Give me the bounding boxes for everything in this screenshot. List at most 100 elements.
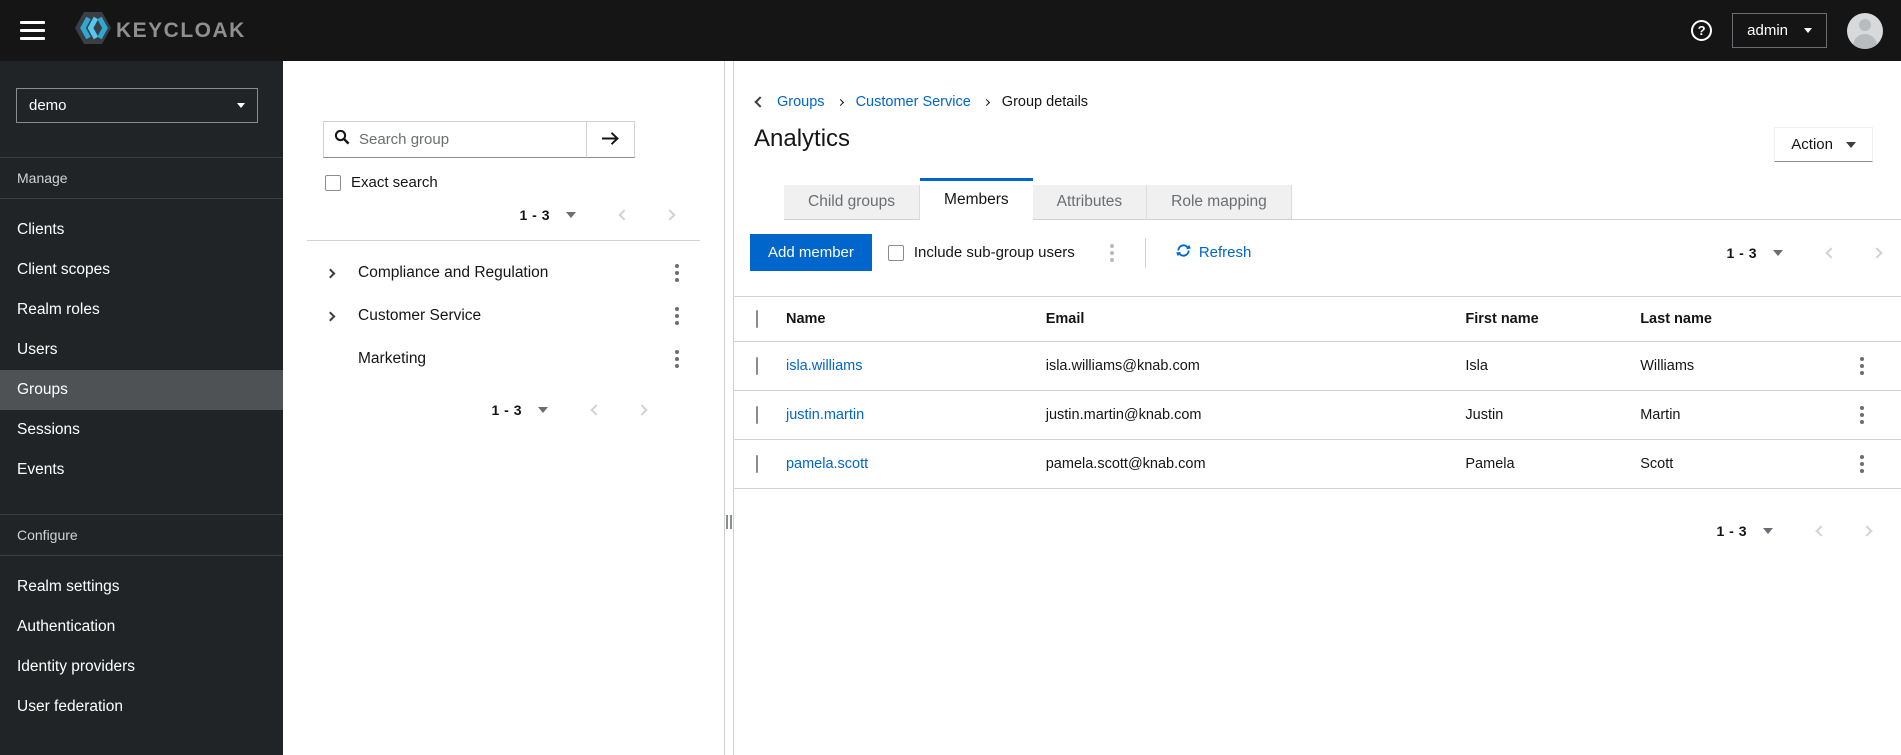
member-username-link[interactable]: isla.williams — [786, 358, 863, 374]
breadcrumb-current: Group details — [1001, 94, 1089, 110]
sidebar-item-client-scopes[interactable]: Client scopes — [0, 250, 283, 290]
tree-pagination-bottom: 1 - 3 — [283, 402, 724, 418]
member-first-name: Justin — [1465, 407, 1504, 423]
group-tree-panel: Exact search 1 - 3 Compliance and Regula… — [283, 61, 725, 755]
pagination-menu-toggle[interactable] — [538, 407, 548, 413]
divider — [307, 240, 700, 241]
tab-attributes[interactable]: Attributes — [1032, 185, 1148, 219]
row-checkbox[interactable] — [756, 406, 758, 424]
panel-resize-handle[interactable] — [726, 515, 732, 529]
chevron-right-icon — [836, 98, 844, 106]
user-menu-label: admin — [1747, 22, 1788, 39]
member-last-name: Scott — [1640, 456, 1674, 472]
kebab-menu-icon[interactable] — [1105, 241, 1119, 265]
refresh-label: Refresh — [1198, 244, 1252, 261]
group-search-box — [323, 121, 587, 158]
member-username-link[interactable]: justin.martin — [786, 407, 864, 423]
action-dropdown-button[interactable]: Action — [1774, 127, 1873, 162]
group-tabs: Child groups Members Attributes Role map… — [784, 178, 1901, 220]
column-header-first-name: First name — [1465, 311, 1539, 327]
group-tree-item: Marketing — [283, 337, 724, 380]
arrow-right-icon — [601, 131, 620, 149]
column-header-name: Name — [785, 311, 826, 327]
avatar[interactable] — [1847, 12, 1883, 49]
realm-selector-value: demo — [29, 97, 67, 114]
chevron-down-icon — [237, 103, 245, 108]
column-header-email: Email — [1045, 311, 1085, 327]
include-subgroup-users-checkbox[interactable] — [887, 244, 904, 261]
chevron-right-icon — [982, 98, 990, 106]
pagination-menu-toggle[interactable] — [1763, 528, 1773, 534]
masthead: KEYCLOAK ? admin — [0, 0, 1901, 61]
pagination-next-button[interactable] — [1871, 246, 1883, 259]
sidebar-item-groups[interactable]: Groups — [0, 370, 283, 410]
tab-members[interactable]: Members — [920, 178, 1033, 220]
refresh-button[interactable]: Refresh — [1176, 243, 1252, 262]
sidebar-item-events[interactable]: Events — [0, 450, 283, 490]
sidebar-item-realm-settings[interactable]: Realm settings — [0, 567, 283, 607]
pagination-prev-button[interactable] — [1825, 246, 1837, 259]
sidebar-item-user-federation[interactable]: User federation — [0, 687, 283, 727]
pagination-menu-toggle[interactable] — [1773, 249, 1783, 256]
sidebar-item-authentication[interactable]: Authentication — [0, 607, 283, 647]
add-member-button[interactable]: Add member — [750, 234, 872, 271]
member-email: isla.williams@knab.com — [1045, 358, 1200, 374]
sidebar-item-identity-providers[interactable]: Identity providers — [0, 647, 283, 687]
pagination-next-button[interactable] — [636, 404, 648, 416]
kebab-menu-icon[interactable] — [1855, 452, 1893, 476]
kebab-menu-icon[interactable] — [670, 304, 684, 328]
sidebar-item-clients[interactable]: Clients — [0, 210, 283, 250]
nav-section-manage: Manage — [0, 157, 283, 199]
table-row: justin.martin justin.martin@knab.com Jus… — [734, 391, 1901, 440]
table-row: pamela.scott pamela.scott@knab.com Pamel… — [734, 440, 1901, 489]
hamburger-menu-icon[interactable] — [20, 21, 45, 40]
sidebar-item-sessions[interactable]: Sessions — [0, 410, 283, 450]
keycloak-logo-icon — [73, 9, 113, 52]
tab-role-mapping[interactable]: Role mapping — [1147, 185, 1292, 219]
breadcrumb-groups-link[interactable]: Groups — [777, 94, 825, 110]
pagination-next-button[interactable] — [664, 209, 676, 221]
members-pagination-bottom: 1 - 3 — [734, 489, 1901, 539]
members-table: Name Email First name Last name isla.wil… — [734, 296, 1901, 489]
keycloak-logo-text: KEYCLOAK — [116, 18, 246, 42]
pagination-prev-button[interactable] — [590, 404, 602, 416]
search-icon — [334, 129, 350, 150]
pagination-prev-button[interactable] — [1815, 525, 1827, 537]
refresh-icon — [1176, 243, 1191, 262]
group-search-input[interactable] — [359, 131, 576, 148]
kebab-menu-icon[interactable] — [670, 347, 684, 371]
row-checkbox[interactable] — [756, 455, 758, 473]
member-last-name: Williams — [1640, 358, 1695, 374]
panel-splitter — [725, 61, 734, 755]
member-username-link[interactable]: pamela.scott — [786, 456, 868, 472]
exact-search-checkbox[interactable] — [325, 174, 341, 191]
help-icon[interactable]: ? — [1691, 20, 1713, 41]
user-menu-dropdown[interactable]: admin — [1732, 13, 1827, 48]
member-first-name: Pamela — [1465, 456, 1515, 472]
group-tree-item-label[interactable]: Marketing — [358, 350, 670, 368]
group-tree-item-label[interactable]: Compliance and Regulation — [358, 264, 670, 282]
kebab-menu-icon[interactable] — [1855, 403, 1893, 427]
breadcrumb-parent-group-link[interactable]: Customer Service — [856, 94, 971, 110]
pagination-prev-button[interactable] — [618, 209, 630, 221]
kebab-menu-icon[interactable] — [670, 261, 684, 285]
tab-child-groups[interactable]: Child groups — [784, 185, 921, 219]
members-pagination-top: 1 - 3 — [1726, 245, 1883, 261]
keycloak-logo: KEYCLOAK — [73, 9, 246, 52]
group-tree-item-label[interactable]: Customer Service — [358, 307, 670, 325]
member-last-name: Martin — [1640, 407, 1681, 423]
back-chevron-icon[interactable] — [754, 96, 766, 108]
pagination-range: 1 - 3 — [1716, 523, 1747, 539]
sidebar-item-users[interactable]: Users — [0, 330, 283, 370]
member-email: pamela.scott@knab.com — [1045, 456, 1206, 472]
realm-selector[interactable]: demo — [16, 88, 258, 123]
pagination-next-button[interactable] — [1861, 525, 1873, 537]
pagination-menu-toggle[interactable] — [566, 212, 576, 218]
expand-chevron-icon[interactable] — [325, 311, 336, 321]
sidebar-item-realm-roles[interactable]: Realm roles — [0, 290, 283, 330]
row-checkbox[interactable] — [756, 357, 758, 375]
select-all-checkbox[interactable] — [756, 310, 758, 328]
expand-chevron-icon[interactable] — [325, 268, 336, 278]
group-search-submit-button[interactable] — [587, 121, 635, 158]
kebab-menu-icon[interactable] — [1855, 354, 1893, 378]
